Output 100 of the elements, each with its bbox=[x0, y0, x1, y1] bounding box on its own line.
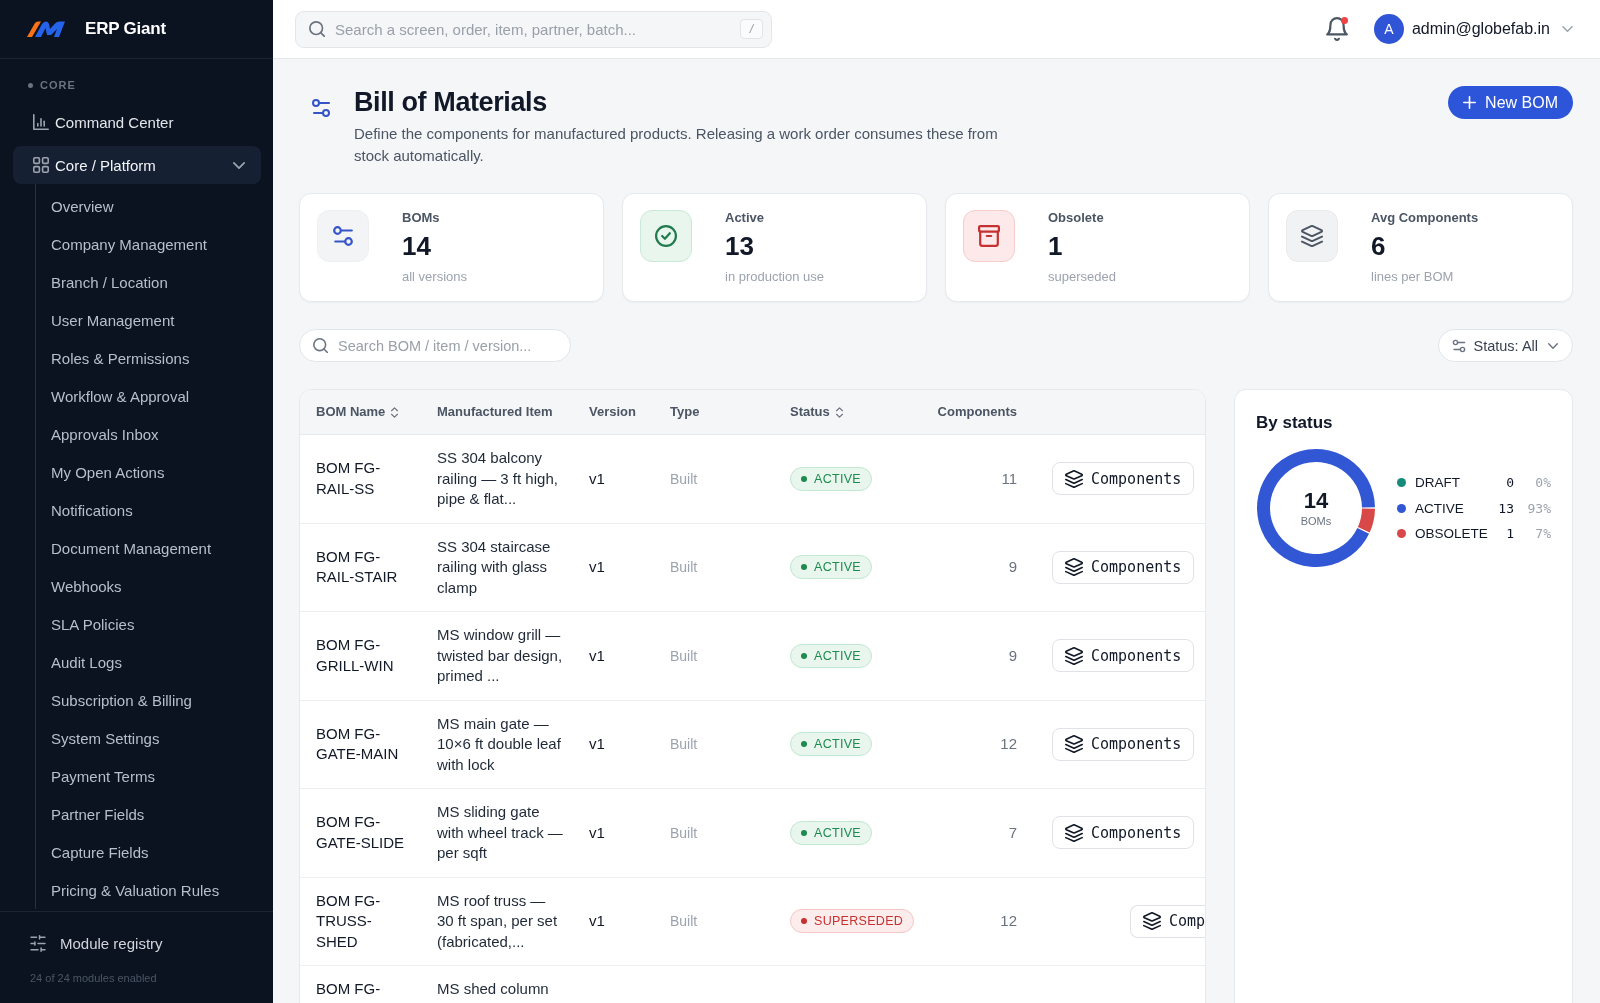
item-description: MS sliding gate with wheel track — per sqft bbox=[437, 803, 563, 861]
components-button[interactable]: Comp bbox=[1129, 904, 1205, 938]
status-label: ACTIVE bbox=[814, 737, 861, 752]
item-description: SS 304 balcony railing — 3 ft high, pipe & flat... bbox=[437, 449, 558, 507]
dot-icon bbox=[28, 82, 33, 88]
stat-label: BOMs bbox=[402, 210, 440, 226]
nav-link[interactable]: Subscription & Billing bbox=[36, 681, 261, 719]
legend-label: OBSOLETE bbox=[1415, 526, 1488, 541]
nav-link[interactable]: Webhooks bbox=[36, 567, 261, 605]
chart-total-label: BOMs bbox=[1300, 514, 1332, 528]
nav-link[interactable]: SLA Policies bbox=[36, 605, 261, 643]
status-label: ACTIVE bbox=[814, 471, 861, 486]
version-text: v1 bbox=[589, 558, 605, 575]
sliders-icon bbox=[311, 98, 331, 118]
stat-value: 14 bbox=[402, 230, 431, 262]
type-text: Built bbox=[670, 913, 698, 929]
nav-link[interactable]: Notifications bbox=[36, 491, 261, 529]
archive-icon bbox=[963, 210, 1015, 262]
bom-name: BOM FG-TRUSS-SHED bbox=[316, 891, 381, 950]
version-text: v1 bbox=[589, 735, 605, 752]
chevron-down-icon bbox=[1562, 26, 1573, 32]
sliders-icon bbox=[1451, 338, 1466, 353]
components-button[interactable]: Components bbox=[1052, 639, 1195, 673]
nav-link[interactable]: Document Management bbox=[36, 529, 261, 567]
nav-link[interactable]: Partner Fields bbox=[36, 795, 261, 833]
column-header: Type bbox=[670, 404, 700, 420]
bar-chart-icon bbox=[33, 114, 49, 130]
column-header: Version bbox=[589, 404, 636, 420]
nav-link[interactable]: Workflow & Approval bbox=[36, 377, 261, 415]
bom-name: BOM FG- bbox=[316, 980, 381, 997]
version-text: v1 bbox=[589, 469, 605, 487]
nav-link[interactable]: Capture Fields bbox=[36, 833, 261, 871]
modules-note: 24 of 24 modules enabled bbox=[30, 971, 157, 985]
status-dot-icon bbox=[801, 741, 807, 748]
new-bom-button[interactable]: New BOM bbox=[1448, 86, 1573, 119]
stat-value: 6 bbox=[1371, 230, 1386, 262]
legend-count: 0 bbox=[1506, 475, 1514, 490]
account-menu-button[interactable]: admin@globefab.in bbox=[1411, 20, 1573, 38]
chart-total: 14 bbox=[1303, 488, 1329, 513]
nav-group[interactable]: Core / Platform bbox=[13, 146, 261, 184]
type-text: Built bbox=[670, 470, 698, 487]
bell-icon[interactable] bbox=[1325, 17, 1348, 41]
sliders-icon bbox=[317, 210, 369, 262]
legend-label: ACTIVE bbox=[1415, 500, 1464, 516]
components-button[interactable]: Components bbox=[1052, 727, 1195, 761]
sliders-icon bbox=[30, 934, 46, 952]
stat-caption: lines per BOM bbox=[1371, 268, 1454, 285]
components-button[interactable]: Components bbox=[1052, 462, 1195, 496]
legend-label: DRAFT bbox=[1415, 475, 1460, 490]
search-icon bbox=[313, 338, 328, 353]
legend-share: 7% bbox=[1535, 526, 1551, 541]
component-count: 9 bbox=[1008, 646, 1017, 664]
nav-link[interactable]: Payment Terms bbox=[36, 757, 261, 795]
nav-link[interactable]: Approvals Inbox bbox=[36, 415, 261, 453]
stat-value: 1 bbox=[1048, 230, 1063, 262]
logo-icon bbox=[26, 20, 66, 38]
panel-title: By status bbox=[1256, 413, 1333, 433]
component-count: 7 bbox=[1008, 823, 1017, 841]
nav-link[interactable]: Roles & Permissions bbox=[36, 339, 261, 377]
nav-link[interactable]: User Management bbox=[36, 301, 261, 339]
component-count: 12 bbox=[1000, 735, 1017, 752]
type-text: Built bbox=[670, 824, 698, 841]
nav-link[interactable]: My Open Actions bbox=[36, 453, 261, 491]
bom-name: BOM FG-GATE-SLIDE bbox=[316, 813, 405, 851]
module-registry-link[interactable]: Module registry bbox=[30, 928, 163, 958]
page-title: Bill of Materials bbox=[354, 86, 547, 118]
nav-link[interactable]: System Settings bbox=[36, 719, 261, 757]
item-description: SS 304 staircase railing with glass clamp bbox=[437, 537, 551, 596]
legend-share: 93% bbox=[1527, 500, 1551, 516]
item-description: MS roof truss — 30 ft span, per set (fabricated,... bbox=[437, 891, 558, 950]
item-description: MS main gate — 10×6 ft double leaf with lock bbox=[437, 714, 561, 773]
component-count: 9 bbox=[1008, 558, 1017, 575]
status-label: ACTIVE bbox=[814, 560, 861, 575]
stat-caption: all versions bbox=[402, 268, 468, 285]
brand-name: ERP Giant bbox=[85, 19, 167, 39]
user-avatar: A bbox=[1373, 14, 1404, 44]
component-count: 11 bbox=[1001, 469, 1017, 487]
column-header[interactable]: Status bbox=[790, 404, 843, 420]
nav-link[interactable]: Pricing & Valuation Rules bbox=[36, 871, 261, 909]
nav-link[interactable]: Audit Logs bbox=[36, 643, 261, 681]
version-text: v1 bbox=[589, 646, 605, 664]
components-button[interactable]: Components bbox=[1052, 550, 1195, 584]
nav-link[interactable]: Overview bbox=[36, 187, 261, 225]
column-header: Components bbox=[937, 404, 1017, 420]
status-filter-button[interactable]: Status: All bbox=[1437, 329, 1573, 362]
nav-link[interactable]: Branch / Location bbox=[36, 263, 261, 301]
status-label: ACTIVE bbox=[814, 648, 861, 663]
nav-link[interactable]: Command Center bbox=[13, 103, 261, 141]
layers-icon bbox=[1065, 469, 1083, 488]
stat-caption: superseded bbox=[1048, 268, 1116, 285]
nav-link[interactable]: Company Management bbox=[36, 225, 261, 263]
search-field[interactable]: Search BOM / item / version... bbox=[299, 329, 571, 362]
stat-caption: in production use bbox=[725, 268, 824, 285]
legend-count: 1 bbox=[1506, 526, 1514, 541]
legend-count: 13 bbox=[1498, 500, 1514, 516]
components-button[interactable]: Components bbox=[1052, 816, 1195, 850]
chevron-down-icon bbox=[1548, 342, 1558, 349]
status-dot-icon bbox=[801, 829, 807, 836]
layers-icon bbox=[1142, 912, 1161, 931]
status-label: ACTIVE bbox=[814, 825, 861, 840]
